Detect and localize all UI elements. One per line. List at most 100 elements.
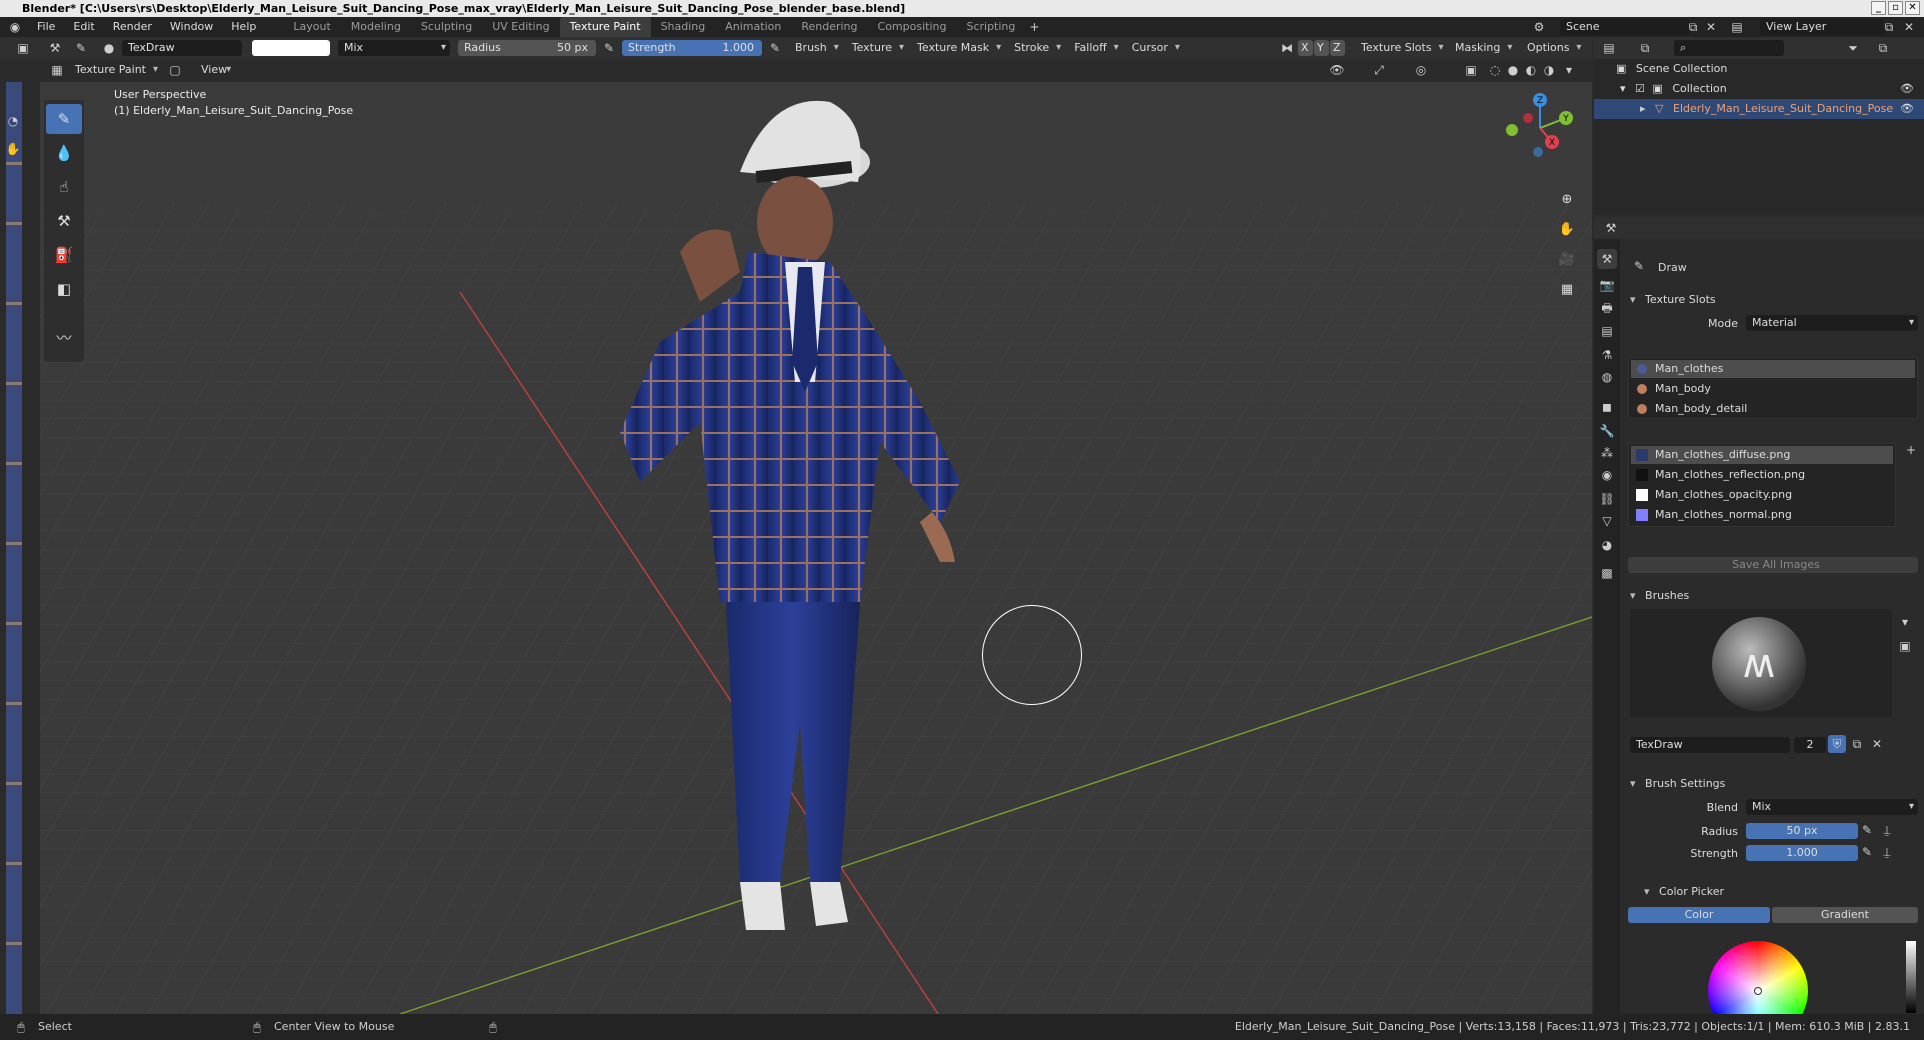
collection-checkbox[interactable]: ☑ [1635, 82, 1645, 95]
menu-file[interactable]: File [28, 17, 64, 37]
mask-tool-button[interactable]: ◧ [46, 274, 82, 304]
tab-scripting[interactable]: Scripting [956, 17, 1025, 37]
expand-arrow-icon[interactable]: ▾ [1620, 82, 1626, 95]
unlink-brush-icon[interactable]: ✕ [1868, 735, 1886, 753]
material-item-man-clothes[interactable]: Man_clothes [1631, 360, 1915, 378]
tab-texture-paint[interactable]: Texture Paint [559, 17, 651, 37]
tool-settings-icon[interactable]: ⚒ [46, 39, 64, 57]
strength-pen-icon[interactable]: ✎ [1858, 843, 1876, 861]
output-tab-icon[interactable]: 🖶 [1597, 299, 1617, 319]
material-item-man-body-detail[interactable]: Man_body_detail [1631, 400, 1915, 418]
image-slot-list[interactable]: Man_clothes_diffuse.png Man_clothes_refl… [1628, 443, 1896, 527]
shading-options-icon[interactable]: ▾ [1560, 61, 1578, 79]
view-layer-icon[interactable]: ▤ [1728, 18, 1746, 36]
zoom-icon[interactable]: ⊕ [1556, 188, 1578, 210]
left-hand-icon[interactable]: ✋ [4, 140, 22, 158]
soften-tool-button[interactable]: 💧 [46, 138, 82, 168]
tab-animation[interactable]: Animation [715, 17, 791, 37]
material-shading-icon[interactable]: ◐ [1522, 61, 1540, 79]
minimize-button[interactable]: _ [1871, 1, 1886, 15]
editor-type-icon[interactable]: ▣ [14, 39, 32, 57]
brush-blend-dropdown[interactable]: Mix [1746, 799, 1918, 815]
strength-slider[interactable]: 1.000 [1746, 845, 1858, 861]
clone-tool-button[interactable]: ⚒ [46, 206, 82, 236]
image-item-normal[interactable]: Man_clothes_normal.png [1631, 506, 1893, 524]
orthographic-toggle-icon[interactable]: ▦ [1556, 278, 1578, 300]
texture-slots-header[interactable]: Texture Slots [1630, 293, 1716, 306]
scene-icon[interactable]: ⚙ [1530, 18, 1548, 36]
tab-uv-editing[interactable]: UV Editing [482, 17, 559, 37]
menu-help[interactable]: Help [222, 17, 265, 37]
blender-logo-icon[interactable]: ◉ [6, 18, 24, 36]
brush-preview-box[interactable]: ʍ [1630, 609, 1892, 717]
color-tab[interactable]: Color [1628, 907, 1770, 923]
fake-user-shield-icon[interactable]: ⛨ [1828, 735, 1846, 753]
material-tab-icon[interactable]: ◕ [1597, 535, 1617, 555]
radius-unit-icon[interactable]: ⍊ [1878, 821, 1896, 839]
tab-modeling[interactable]: Modeling [341, 17, 411, 37]
render-tab-icon[interactable]: 📷 [1597, 275, 1617, 295]
wireframe-shading-icon[interactable]: ◌ [1486, 61, 1504, 79]
brush-menu[interactable]: Brush [788, 40, 843, 56]
falloff-menu[interactable]: Falloff [1067, 40, 1122, 56]
view-menu[interactable]: View [194, 62, 235, 78]
camera-view-icon[interactable]: 🎥 [1556, 248, 1578, 270]
left-view-icon[interactable]: ◔ [4, 112, 22, 130]
new-view-layer-icon[interactable]: ⧉ [1880, 18, 1898, 36]
particles-tab-icon[interactable]: ⁂ [1597, 443, 1617, 463]
strength-pressure-icon[interactable]: ✎ [766, 39, 784, 57]
radius-slider[interactable]: 50 px [1746, 823, 1858, 839]
brush-list-toggle-icon[interactable]: ▾ [1896, 613, 1914, 631]
brush-settings-header[interactable]: Brush Settings [1630, 777, 1725, 790]
xray-toggle-icon[interactable]: ▣ [1462, 61, 1480, 79]
solid-shading-icon[interactable]: ● [1504, 61, 1522, 79]
strength-field[interactable]: Strength 1.000 [622, 40, 762, 56]
gizmo-neg-y-icon[interactable] [1506, 124, 1518, 136]
annotate-tool-button[interactable]: 〰 [46, 322, 82, 352]
tab-shading[interactable]: Shading [651, 17, 716, 37]
tab-sculpting[interactable]: Sculpting [411, 17, 482, 37]
constraints-tab-icon[interactable]: ⛓ [1597, 489, 1617, 509]
tab-rendering[interactable]: Rendering [791, 17, 867, 37]
material-list[interactable]: Man_clothes Man_body Man_body_detail [1628, 357, 1918, 419]
data-tab-icon[interactable]: ▽ [1597, 511, 1617, 531]
close-button[interactable]: ✕ [1905, 1, 1920, 15]
object-tab-icon[interactable]: ◼ [1597, 397, 1617, 417]
masking-menu[interactable]: Masking [1448, 40, 1516, 56]
collection-visibility-icon[interactable]: 👁 [1900, 79, 1914, 99]
tool-tab-icon[interactable]: ⚒ [1597, 249, 1617, 269]
expand-arrow-icon[interactable]: ▸ [1640, 102, 1646, 115]
brush-browse-icon[interactable]: ▣ [1896, 637, 1914, 655]
display-mode-icon[interactable]: ⧉ [1636, 39, 1654, 57]
viewport-scene[interactable] [40, 82, 1592, 1014]
duplicate-brush-icon[interactable]: ⧉ [1848, 735, 1866, 753]
mirror-y-toggle[interactable]: Y [1314, 40, 1329, 56]
options-menu[interactable]: Options [1520, 40, 1585, 56]
material-item-man-body[interactable]: Man_body [1631, 380, 1915, 398]
filter-icon[interactable]: ⏷ [1844, 39, 1862, 57]
modifier-tab-icon[interactable]: 🔧 [1597, 421, 1617, 441]
radius-field[interactable]: Radius 50 px [458, 40, 596, 56]
blend-mode-dropdown[interactable]: Mix [338, 40, 450, 56]
strength-unit-icon[interactable]: ⍊ [1878, 843, 1896, 861]
gizmo-neg-x-icon[interactable] [1523, 113, 1533, 123]
stroke-menu[interactable]: Stroke [1007, 40, 1065, 56]
tab-layout[interactable]: Layout [283, 17, 340, 37]
image-item-diffuse[interactable]: Man_clothes_diffuse.png [1631, 446, 1893, 464]
brush-color-swatch[interactable] [252, 40, 330, 56]
menu-render[interactable]: Render [104, 17, 161, 37]
outliner-scene-collection[interactable]: ▣ Scene Collection [1594, 59, 1924, 79]
image-item-reflection[interactable]: Man_clothes_reflection.png [1631, 466, 1893, 484]
value-slider[interactable] [1906, 941, 1916, 1013]
mode-selector[interactable]: Texture Paint [68, 62, 162, 78]
tab-compositing[interactable]: Compositing [868, 17, 957, 37]
outliner-collection[interactable]: ▾ ☑ ▣ Collection 👁 [1594, 79, 1924, 99]
brushes-header[interactable]: Brushes [1630, 589, 1689, 602]
delete-scene-icon[interactable]: ✕ [1702, 18, 1720, 36]
scene-tab-icon[interactable]: ⚗ [1597, 345, 1617, 365]
menu-edit[interactable]: Edit [64, 17, 103, 37]
object-visibility-icon[interactable]: 👁 [1900, 99, 1914, 119]
radius-pressure-icon[interactable]: ✎ [600, 39, 618, 57]
texture-slots-menu[interactable]: Texture Slots [1354, 40, 1448, 56]
overlay-toggle-icon[interactable]: ◎ [1412, 61, 1430, 79]
